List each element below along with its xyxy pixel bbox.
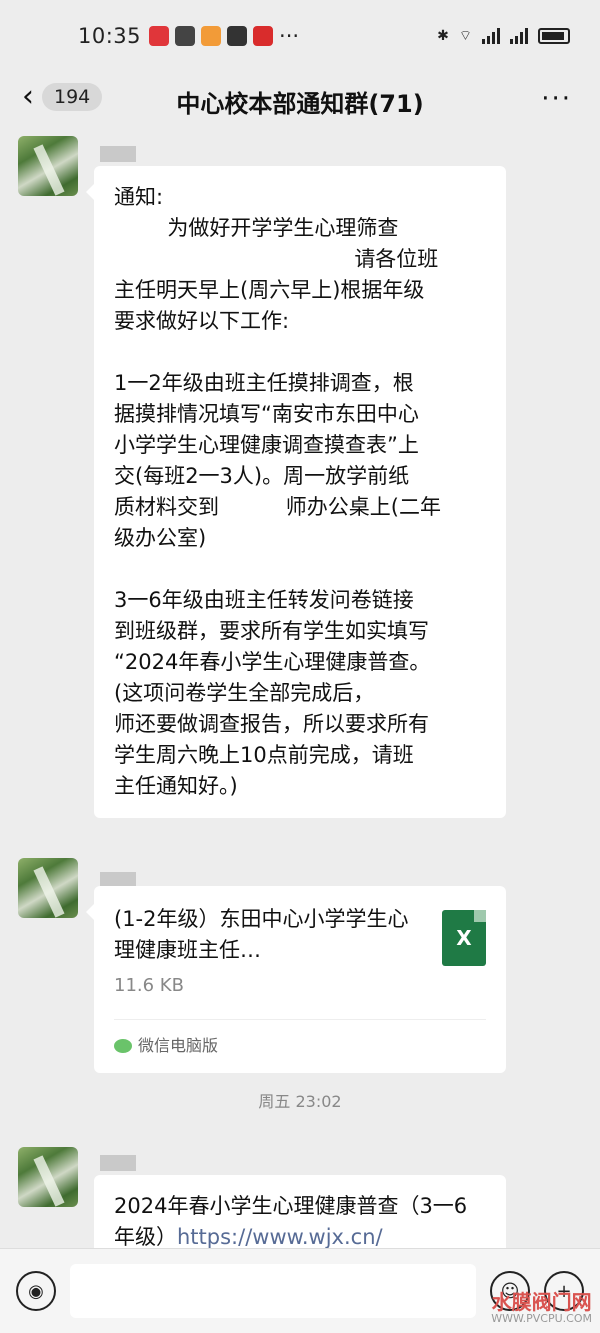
bluetooth-icon: ✱ bbox=[437, 28, 449, 44]
excel-file-icon: X bbox=[442, 910, 486, 966]
file-name: (1-2年级）东田中心小学学生心理健康班主任… bbox=[114, 907, 409, 962]
message-input[interactable] bbox=[70, 1264, 476, 1318]
sender-name-redacted bbox=[100, 1155, 136, 1171]
wechat-icon bbox=[114, 1038, 132, 1053]
taobao-icon bbox=[149, 26, 170, 46]
file-source-label: 微信电脑版 bbox=[138, 1036, 219, 1055]
news-app-icon bbox=[253, 26, 274, 46]
file-source: 微信电脑版 bbox=[114, 1019, 486, 1073]
wifi-icon: ⌔ bbox=[458, 28, 472, 44]
unread-count-badge: 194 bbox=[42, 83, 103, 111]
chevron-left-icon: ‹ bbox=[22, 79, 34, 114]
status-bar: 10:35 ··· ✱ ⌔ bbox=[0, 0, 600, 72]
notice-line bbox=[114, 554, 486, 585]
notice-line: 通知: bbox=[114, 185, 164, 209]
notice-line: 到班级群，要求所有学生如实填写 bbox=[114, 619, 429, 643]
sender-name-redacted bbox=[100, 146, 136, 162]
more-options-button[interactable]: ··· bbox=[541, 84, 572, 114]
message-bubble[interactable]: 通知: 为做好开学学生心理筛查 请各位班主任明天早上(周六早上)根据年级 要求做好… bbox=[86, 166, 506, 818]
status-notification-icons: ··· bbox=[149, 24, 299, 48]
more-notifications-icon: ··· bbox=[279, 24, 300, 48]
notice-line: 要求做好以下工作: bbox=[114, 309, 290, 333]
notice-line bbox=[114, 337, 486, 368]
notice-line: 质材料交到 师办公桌上(二年 bbox=[114, 495, 441, 519]
notice-line: 小学学生心理健康调查摸查表”上 bbox=[114, 433, 419, 457]
voice-icon: ◉ bbox=[28, 1280, 44, 1302]
notice-line: “2024年春小学生心理健康普查。 bbox=[114, 650, 431, 674]
chat-title: 中心校本部通知群(71) bbox=[176, 89, 424, 118]
file-body: (1-2年级）东田中心小学学生心理健康班主任… 11.6 KB X bbox=[94, 886, 506, 1009]
notice-line: 级办公室) bbox=[114, 526, 207, 550]
chat-header: ‹ 194 中心校本部通知群(71) ··· bbox=[0, 72, 600, 130]
message-bubble[interactable]: 2024年春小学生心理健康普查（3一6年级）https://www.wjx.cn… bbox=[94, 1175, 506, 1255]
watermark-title: 水膜阀门网 bbox=[491, 1289, 592, 1314]
notice-line: 交(每班2一3人)。周一放学前纸 bbox=[114, 464, 410, 488]
notice-text: 通知: 为做好开学学生心理筛查 请各位班主任明天早上(周六早上)根据年级 要求做好… bbox=[114, 182, 486, 802]
notice-line: 为做好开学学生心理筛查 bbox=[114, 216, 399, 240]
voice-input-button[interactable]: ◉ bbox=[16, 1271, 56, 1311]
notice-line: 主任明天早上(周六早上)根据年级 bbox=[114, 278, 425, 302]
status-time: 10:35 bbox=[78, 24, 142, 48]
avatar[interactable] bbox=[18, 1147, 78, 1207]
notice-line: 主任通知好。) bbox=[114, 774, 238, 798]
survey-link[interactable]: https://www.wjx.cn/ bbox=[177, 1225, 383, 1249]
signal-icon bbox=[482, 28, 500, 44]
qr-app-icon bbox=[227, 26, 248, 46]
link-app-icon bbox=[175, 26, 196, 46]
file-size: 11.6 KB bbox=[114, 975, 184, 996]
watermark-url: WWW.PVCPU.COM bbox=[491, 1311, 592, 1325]
notice-line: (这项问卷学生全部完成后， bbox=[114, 681, 375, 705]
notice-line: 据摸排情况填写“南安市东田中心 bbox=[114, 402, 419, 426]
app-icon bbox=[201, 26, 222, 46]
back-button[interactable]: ‹ 194 bbox=[22, 79, 103, 114]
avatar[interactable] bbox=[18, 858, 78, 918]
file-text: (1-2年级）东田中心小学学生心理健康班主任… 11.6 KB bbox=[114, 904, 424, 1001]
avatar[interactable] bbox=[18, 136, 78, 196]
signal-icon-2 bbox=[510, 28, 528, 44]
timestamp-separator: 周五 23:02 bbox=[258, 1092, 342, 1111]
notice-line: 3一6年级由班主任转发问卷链接 bbox=[114, 588, 414, 612]
notice-line: 师还要做调查报告，所以要求所有 bbox=[114, 712, 429, 736]
battery-icon bbox=[538, 28, 570, 44]
file-card[interactable]: (1-2年级）东田中心小学学生心理健康班主任… 11.6 KB X 微信电脑版 bbox=[86, 886, 506, 1073]
watermark: 水膜阀门网 WWW.PVCPU.COM bbox=[491, 1291, 592, 1325]
notice-line: 请各位班 bbox=[114, 247, 439, 271]
status-right: ✱ ⌔ bbox=[437, 27, 570, 45]
notice-line: 学生周六晚上10点前完成，请班 bbox=[114, 743, 414, 767]
notice-line: 1一2年级由班主任摸排调查，根 bbox=[114, 371, 414, 395]
